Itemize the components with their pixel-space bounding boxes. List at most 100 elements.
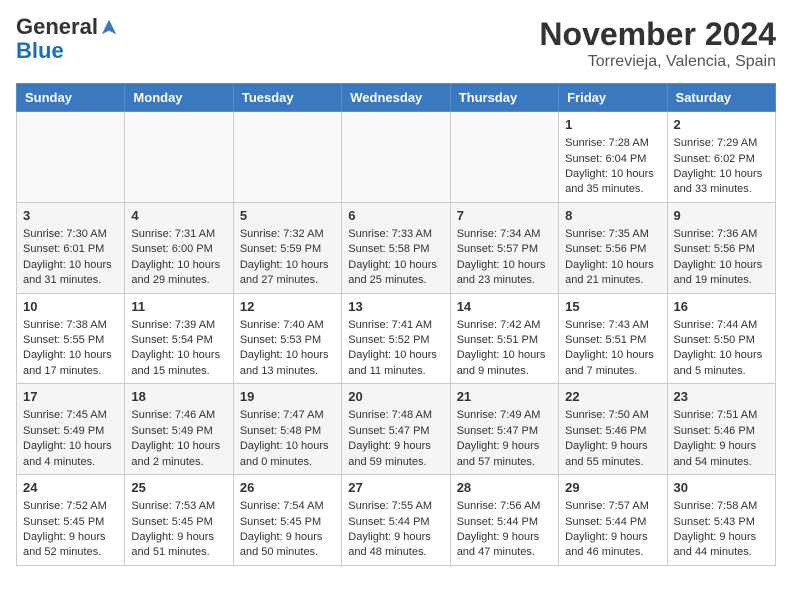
day-info: Daylight: 9 hours and 44 minutes. <box>674 530 769 561</box>
day-info: Sunrise: 7:43 AM <box>565 318 660 333</box>
calendar-cell <box>125 112 233 203</box>
day-number: 22 <box>565 388 660 406</box>
day-info: Sunrise: 7:32 AM <box>240 227 335 242</box>
day-info: Sunset: 5:51 PM <box>457 333 552 348</box>
day-info: Daylight: 10 hours and 9 minutes. <box>457 348 552 379</box>
day-info: Sunrise: 7:45 AM <box>23 408 118 423</box>
day-info: Sunset: 5:57 PM <box>457 242 552 257</box>
calendar-cell: 27Sunrise: 7:55 AMSunset: 5:44 PMDayligh… <box>342 475 450 566</box>
calendar-cell <box>17 112 125 203</box>
day-info: Daylight: 10 hours and 23 minutes. <box>457 258 552 289</box>
day-number: 17 <box>23 388 118 406</box>
day-info: Sunset: 5:44 PM <box>457 515 552 530</box>
day-number: 16 <box>674 298 769 316</box>
day-number: 10 <box>23 298 118 316</box>
day-info: Sunset: 5:44 PM <box>348 515 443 530</box>
day-info: Sunrise: 7:56 AM <box>457 499 552 514</box>
calendar-cell: 2Sunrise: 7:29 AMSunset: 6:02 PMDaylight… <box>667 112 775 203</box>
day-info: Sunset: 6:04 PM <box>565 152 660 167</box>
day-info: Sunset: 6:00 PM <box>131 242 226 257</box>
day-info: Sunset: 6:02 PM <box>674 152 769 167</box>
day-info: Sunset: 5:49 PM <box>23 424 118 439</box>
day-number: 20 <box>348 388 443 406</box>
day-info: Daylight: 10 hours and 29 minutes. <box>131 258 226 289</box>
day-info: Sunset: 6:01 PM <box>23 242 118 257</box>
day-number: 3 <box>23 207 118 225</box>
calendar-cell: 29Sunrise: 7:57 AMSunset: 5:44 PMDayligh… <box>559 475 667 566</box>
calendar-cell: 8Sunrise: 7:35 AMSunset: 5:56 PMDaylight… <box>559 202 667 293</box>
day-number: 23 <box>674 388 769 406</box>
day-info: Daylight: 9 hours and 54 minutes. <box>674 439 769 470</box>
day-number: 7 <box>457 207 552 225</box>
day-info: Sunset: 5:48 PM <box>240 424 335 439</box>
day-info: Daylight: 9 hours and 46 minutes. <box>565 530 660 561</box>
day-info: Daylight: 9 hours and 48 minutes. <box>348 530 443 561</box>
calendar-header-tuesday: Tuesday <box>233 84 341 112</box>
day-info: Daylight: 10 hours and 15 minutes. <box>131 348 226 379</box>
day-info: Sunrise: 7:47 AM <box>240 408 335 423</box>
logo: General Blue <box>16 16 120 64</box>
calendar-cell: 11Sunrise: 7:39 AMSunset: 5:54 PMDayligh… <box>125 293 233 384</box>
day-info: Daylight: 10 hours and 33 minutes. <box>674 167 769 198</box>
day-number: 27 <box>348 479 443 497</box>
day-info: Daylight: 10 hours and 17 minutes. <box>23 348 118 379</box>
day-info: Sunset: 5:54 PM <box>131 333 226 348</box>
day-number: 4 <box>131 207 226 225</box>
day-info: Sunrise: 7:29 AM <box>674 136 769 151</box>
day-number: 18 <box>131 388 226 406</box>
page-header: General Blue November 2024 Torrevieja, V… <box>16 16 776 71</box>
calendar-cell: 18Sunrise: 7:46 AMSunset: 5:49 PMDayligh… <box>125 384 233 475</box>
day-info: Sunrise: 7:57 AM <box>565 499 660 514</box>
day-info: Sunrise: 7:51 AM <box>674 408 769 423</box>
day-number: 21 <box>457 388 552 406</box>
day-number: 12 <box>240 298 335 316</box>
calendar-cell: 21Sunrise: 7:49 AMSunset: 5:47 PMDayligh… <box>450 384 558 475</box>
day-info: Sunrise: 7:53 AM <box>131 499 226 514</box>
day-info: Sunrise: 7:36 AM <box>674 227 769 242</box>
day-info: Sunset: 5:59 PM <box>240 242 335 257</box>
day-info: Sunset: 5:56 PM <box>565 242 660 257</box>
day-info: Daylight: 9 hours and 55 minutes. <box>565 439 660 470</box>
day-info: Daylight: 10 hours and 7 minutes. <box>565 348 660 379</box>
day-info: Sunset: 5:51 PM <box>565 333 660 348</box>
day-info: Sunrise: 7:31 AM <box>131 227 226 242</box>
calendar-cell: 17Sunrise: 7:45 AMSunset: 5:49 PMDayligh… <box>17 384 125 475</box>
calendar-table: SundayMondayTuesdayWednesdayThursdayFrid… <box>16 83 776 566</box>
day-number: 9 <box>674 207 769 225</box>
day-info: Sunrise: 7:33 AM <box>348 227 443 242</box>
calendar-week-3: 10Sunrise: 7:38 AMSunset: 5:55 PMDayligh… <box>17 293 776 384</box>
calendar-cell: 4 Sunrise: 7:31 AMSunset: 6:00 PMDaylight… <box>125 202 233 293</box>
day-info: Daylight: 9 hours and 51 minutes. <box>131 530 226 561</box>
day-info: Sunrise: 7:58 AM <box>674 499 769 514</box>
calendar-cell <box>233 112 341 203</box>
calendar-cell: 20Sunrise: 7:48 AMSunset: 5:47 PMDayligh… <box>342 384 450 475</box>
day-number: 14 <box>457 298 552 316</box>
calendar-cell: 5Sunrise: 7:32 AMSunset: 5:59 PMDaylight… <box>233 202 341 293</box>
day-number: 26 <box>240 479 335 497</box>
logo-blue-text: Blue <box>16 38 64 63</box>
day-info: Sunrise: 7:54 AM <box>240 499 335 514</box>
day-info: Sunset: 5:55 PM <box>23 333 118 348</box>
day-info: Daylight: 10 hours and 35 minutes. <box>565 167 660 198</box>
day-number: 28 <box>457 479 552 497</box>
calendar-cell: 30Sunrise: 7:58 AMSunset: 5:43 PMDayligh… <box>667 475 775 566</box>
day-info: Sunrise: 7:39 AM <box>131 318 226 333</box>
calendar-cell: 16Sunrise: 7:44 AMSunset: 5:50 PMDayligh… <box>667 293 775 384</box>
day-info: Sunrise: 7:40 AM <box>240 318 335 333</box>
day-info: Sunset: 5:44 PM <box>565 515 660 530</box>
day-number: 30 <box>674 479 769 497</box>
day-info: Sunrise: 7:46 AM <box>131 408 226 423</box>
day-info: Daylight: 9 hours and 47 minutes. <box>457 530 552 561</box>
calendar-header-row: SundayMondayTuesdayWednesdayThursdayFrid… <box>17 84 776 112</box>
day-info: Sunset: 5:47 PM <box>457 424 552 439</box>
day-info: Daylight: 10 hours and 13 minutes. <box>240 348 335 379</box>
day-info: Sunset: 5:49 PM <box>131 424 226 439</box>
day-info: Daylight: 10 hours and 11 minutes. <box>348 348 443 379</box>
day-info: Sunset: 5:45 PM <box>23 515 118 530</box>
calendar-header-saturday: Saturday <box>667 84 775 112</box>
calendar-cell: 25Sunrise: 7:53 AMSunset: 5:45 PMDayligh… <box>125 475 233 566</box>
calendar-cell: 19Sunrise: 7:47 AMSunset: 5:48 PMDayligh… <box>233 384 341 475</box>
day-number: 6 <box>348 207 443 225</box>
day-info: Sunset: 5:50 PM <box>674 333 769 348</box>
calendar-cell: 24Sunrise: 7:52 AMSunset: 5:45 PMDayligh… <box>17 475 125 566</box>
